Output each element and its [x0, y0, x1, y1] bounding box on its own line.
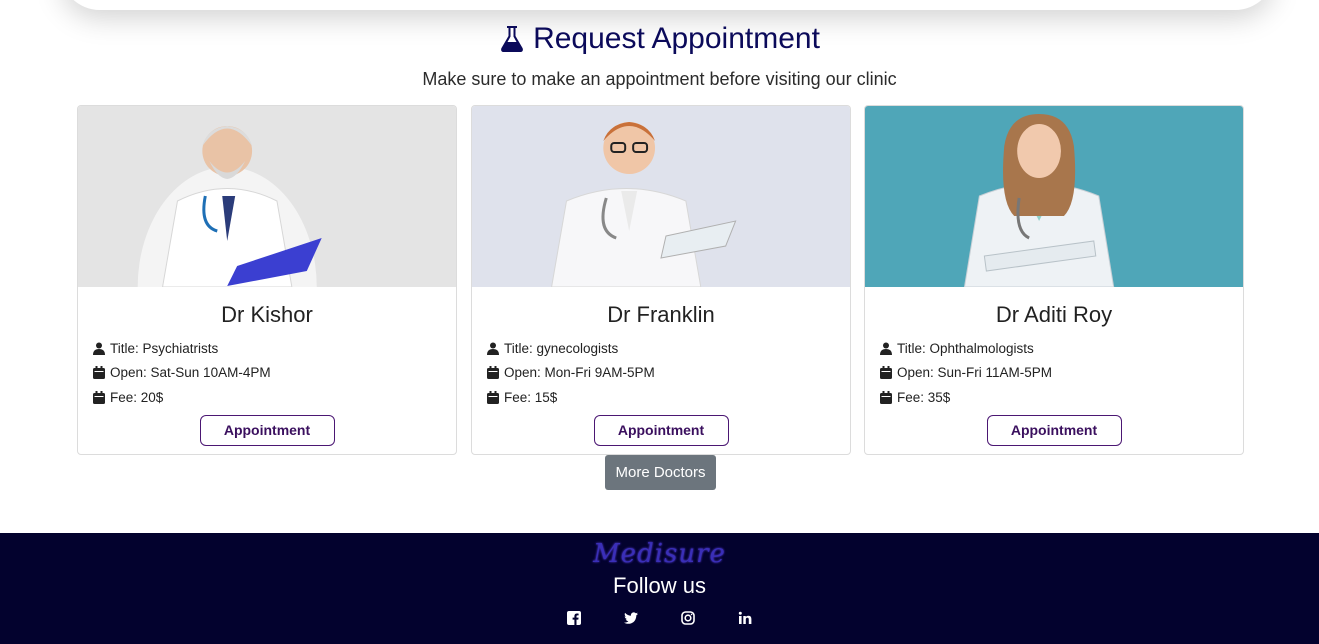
doctor-photo — [78, 106, 456, 287]
doctor-photo — [472, 106, 850, 287]
doctor-name: Dr Aditi Roy — [995, 302, 1113, 327]
doctor-open-row: Open: Sun-Fri 11AM-5PM — [880, 361, 1243, 386]
instagram-icon[interactable] — [680, 609, 697, 626]
doctor-fee: Fee: 15$ — [504, 389, 558, 405]
appointment-button[interactable]: Appointment — [199, 414, 335, 446]
doctor-title: Title: gynecologists — [504, 340, 619, 356]
doctor-open-row: Open: Mon-Fri 9AM-5PM — [487, 361, 850, 386]
doctor-fee-row: Fee: 15$ — [487, 385, 850, 410]
user-doctor-icon — [93, 342, 105, 355]
doctor-open-hours: Open: Sat-Sun 10AM-4PM — [110, 365, 271, 381]
section-subtitle: Make sure to make an appointment before … — [422, 69, 897, 89]
follow-us-heading: Follow us — [613, 573, 706, 598]
appointment-button[interactable]: Appointment — [593, 414, 729, 446]
doctor-photo — [865, 106, 1243, 287]
flask-icon — [501, 26, 523, 52]
doctor-name: Dr Franklin — [607, 302, 715, 327]
doctor-title-row: Title: Ophthalmologists — [880, 336, 1243, 361]
doctor-fee: Fee: 20$ — [110, 389, 164, 405]
calendar-icon — [93, 390, 105, 404]
linkedin-icon[interactable] — [737, 609, 754, 626]
navbar-shadow — [60, 0, 1275, 10]
doctor-open-hours: Open: Sun-Fri 11AM-5PM — [897, 365, 1053, 381]
doctor-name: Dr Kishor — [221, 302, 313, 327]
user-doctor-icon — [487, 342, 499, 355]
doctor-fee: Fee: 35$ — [897, 389, 951, 405]
doctor-open-hours: Open: Mon-Fri 9AM-5PM — [504, 365, 655, 381]
calendar-icon — [487, 366, 499, 380]
more-doctors-button[interactable]: More Doctors — [605, 455, 716, 490]
appointment-section-header: Request Appointment Make sure to make an… — [0, 22, 1319, 90]
calendar-icon — [93, 366, 105, 380]
calendar-icon — [880, 366, 892, 380]
section-title-text: Request Appointment — [533, 22, 820, 55]
site-footer: Medisure Follow us — [0, 533, 1319, 644]
calendar-icon — [880, 390, 892, 404]
facebook-icon[interactable] — [566, 609, 583, 626]
section-title: Request Appointment — [499, 22, 820, 56]
doctor-card: Dr Franklin Title: gynecologists Open: M… — [471, 105, 851, 455]
calendar-icon — [487, 390, 499, 404]
user-doctor-icon — [880, 342, 892, 355]
doctor-card: Dr Kishor Title: Psychiatrists Open: Sat… — [77, 105, 457, 455]
doctor-title: Title: Psychiatrists — [110, 340, 219, 356]
doctor-open-row: Open: Sat-Sun 10AM-4PM — [93, 361, 456, 386]
doctor-title: Title: Ophthalmologists — [897, 340, 1034, 356]
social-links — [0, 609, 1319, 626]
doctor-title-row: Title: gynecologists — [487, 336, 850, 361]
twitter-icon[interactable] — [623, 609, 640, 626]
doctor-fee-row: Fee: 20$ — [93, 385, 456, 410]
doctor-title-row: Title: Psychiatrists — [93, 336, 456, 361]
doctor-fee-row: Fee: 35$ — [880, 385, 1243, 410]
doctor-card: Dr Aditi Roy Title: Ophthalmologists Ope… — [864, 105, 1244, 455]
brand-logo[interactable]: Medisure — [0, 539, 1319, 569]
appointment-button[interactable]: Appointment — [986, 414, 1122, 446]
